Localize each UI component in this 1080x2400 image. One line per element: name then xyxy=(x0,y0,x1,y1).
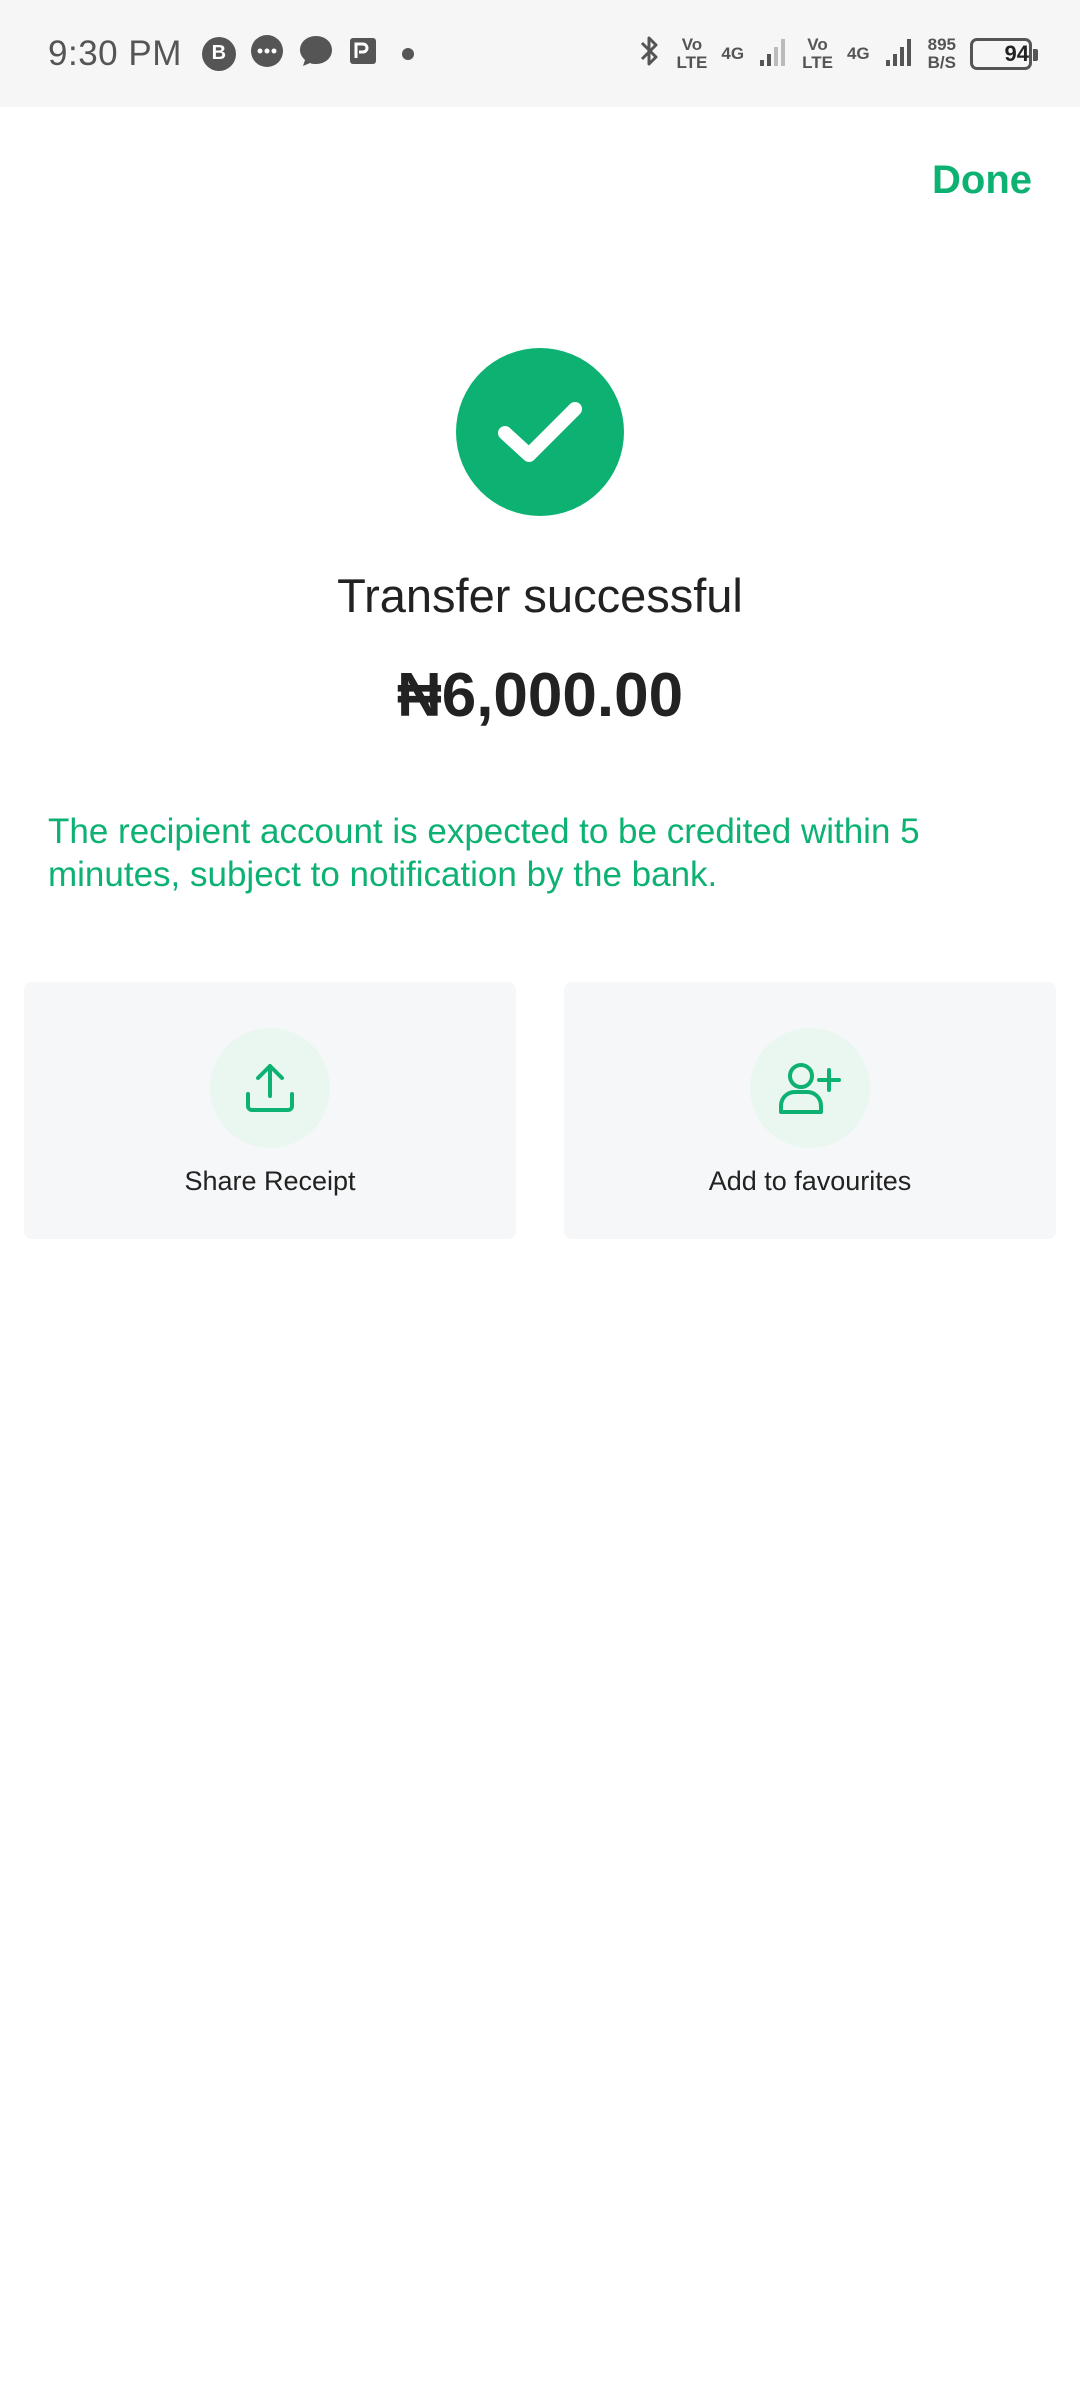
status-time: 9:30 PM xyxy=(48,33,182,73)
status-indicators: Vo LTE 4G Vo LTE 4G 895 B/S 94 xyxy=(637,33,1038,74)
signal-icon-sim1 xyxy=(758,34,788,73)
p-app-icon xyxy=(348,34,380,73)
sim1-volte: Vo LTE xyxy=(676,34,708,72)
credit-notice: The recipient account is expected to be … xyxy=(48,812,920,894)
signal-icon-sim2 xyxy=(884,34,914,73)
network-speed: 895 B/S xyxy=(927,34,956,72)
chat-bubble-dots-icon xyxy=(250,34,284,73)
sim2-network: 4G xyxy=(846,43,870,63)
sim1-network: 4G xyxy=(721,43,745,63)
add-user-icon xyxy=(750,1028,870,1148)
done-button[interactable]: Done xyxy=(932,158,1032,203)
share-receipt-label: Share Receipt xyxy=(184,1166,356,1196)
battery-level: 94 xyxy=(1004,40,1029,66)
sim2-volte: Vo LTE xyxy=(802,34,833,72)
chat-bubble-icon xyxy=(298,34,334,73)
share-receipt-button[interactable]: Share Receipt xyxy=(24,982,516,1239)
success-check-icon xyxy=(456,348,624,516)
share-upload-icon xyxy=(210,1028,330,1148)
b-icon: B xyxy=(201,36,236,71)
add-to-favourites-label: Add to favourites xyxy=(708,1166,912,1196)
notification-icons: B xyxy=(201,34,414,73)
transfer-amount: ₦6,000.00 xyxy=(396,661,684,730)
add-to-favourites-button[interactable]: Add to favourites xyxy=(564,982,1056,1239)
status-bar: 9:30 PM B Vo LTE 4G Vo LTE 4G 895 B/S 94 xyxy=(0,0,1080,107)
battery-icon: 94 xyxy=(970,37,1038,70)
bluetooth-icon xyxy=(637,33,663,74)
transfer-status-title: Transfer successful xyxy=(337,569,743,622)
more-notifications-dot xyxy=(401,47,414,60)
